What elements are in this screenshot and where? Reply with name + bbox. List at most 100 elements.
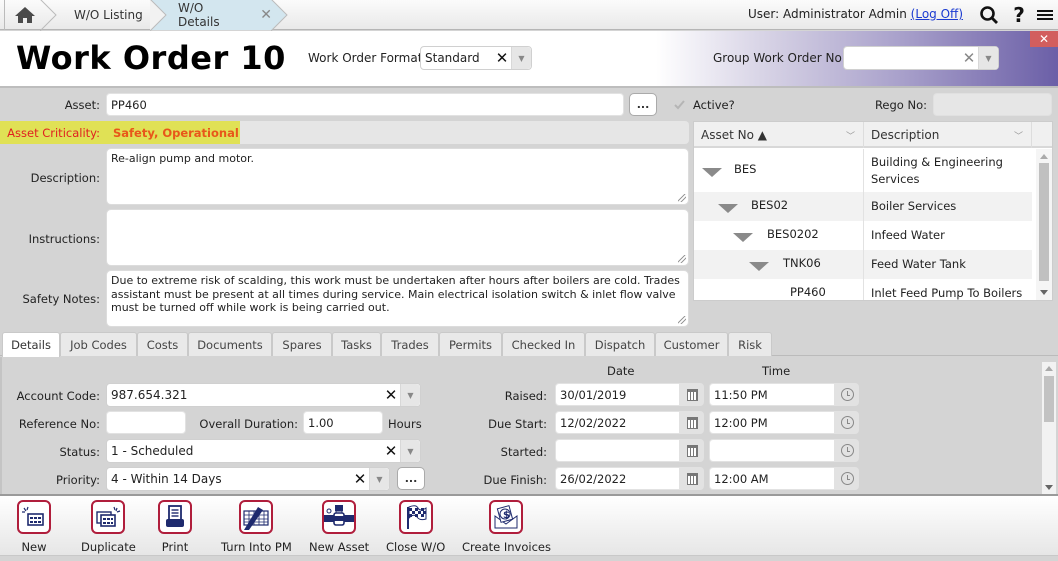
tab-tasks[interactable]: Tasks — [332, 332, 381, 356]
grid-scrollbar[interactable] — [1036, 149, 1052, 300]
user-name: User: Administrator Admin — [747, 7, 907, 21]
status-select[interactable]: 1 - Scheduled ✕ ▼ — [106, 439, 421, 463]
started-date-input[interactable] — [555, 439, 680, 462]
scrollbar-thumb[interactable] — [1039, 163, 1049, 281]
new-icon-frame — [17, 500, 51, 534]
column-header-description[interactable]: Description ﹀ — [864, 122, 1032, 148]
scrollbar-thumb[interactable] — [1044, 376, 1054, 422]
asset-lookup-button[interactable]: ... — [629, 93, 657, 116]
scroll-up-icon[interactable] — [1045, 366, 1053, 371]
overall-duration-input[interactable]: 1.00 — [303, 411, 383, 434]
reference-no-input[interactable] — [106, 411, 186, 434]
work-order-format-select[interactable]: Standard ✕ ▼ — [420, 46, 532, 70]
clear-icon[interactable]: ✕ — [382, 442, 400, 460]
raised-date-picker[interactable] — [680, 383, 704, 406]
table-row[interactable]: BES0202 Infeed Water — [694, 221, 1032, 250]
scroll-up-icon[interactable] — [1040, 154, 1048, 159]
table-row[interactable]: BES Building & Engineering Services — [694, 149, 1032, 192]
due-start-label: Due Start: — [488, 417, 547, 431]
expand-triangle-icon[interactable] — [749, 262, 769, 271]
account-code-select[interactable]: 987.654.321 ✕ ▼ — [106, 383, 421, 407]
turn-into-pm-button[interactable]: Turn Into PM — [221, 500, 292, 554]
breadcrumb-wo-details[interactable]: W/O Details ✕ — [150, 0, 272, 30]
clear-icon[interactable]: ✕ — [351, 470, 369, 488]
action-toolbar: New Duplicate Print Turn Into PM New Ass… — [0, 494, 1058, 556]
log-off-link[interactable]: (Log Off) — [911, 7, 963, 21]
resize-handle[interactable] — [678, 255, 686, 263]
new-button[interactable]: New — [17, 500, 51, 554]
started-time-picker[interactable] — [835, 439, 859, 462]
expand-triangle-icon[interactable] — [702, 168, 722, 177]
column-header-asset-no[interactable]: Asset No ▲ ﹀ — [694, 122, 864, 148]
tab-documents[interactable]: Documents — [188, 332, 272, 356]
expand-triangle-icon[interactable] — [718, 204, 738, 213]
reference-no-label: Reference No: — [18, 417, 100, 431]
scroll-down-icon[interactable] — [1040, 290, 1048, 295]
tab-details[interactable]: Details — [2, 332, 60, 357]
search-button[interactable] — [978, 4, 1000, 26]
expand-triangle-icon[interactable] — [733, 233, 753, 242]
close-wo-button[interactable]: Close W/O — [386, 500, 445, 554]
chevron-down-icon[interactable]: ▼ — [400, 384, 420, 406]
resize-handle[interactable] — [678, 316, 686, 324]
tab-checked-in[interactable]: Checked In — [502, 332, 585, 356]
table-row[interactable]: BES02 Boiler Services — [694, 192, 1032, 221]
raised-time-picker[interactable] — [835, 383, 859, 406]
due-finish-date-picker[interactable] — [680, 467, 704, 490]
asset-input[interactable]: PP460 — [106, 93, 624, 116]
help-button[interactable]: ? — [1008, 3, 1030, 27]
tab-trades[interactable]: Trades — [381, 332, 439, 356]
details-scrollbar[interactable] — [1042, 362, 1056, 494]
clear-icon[interactable]: ✕ — [382, 386, 400, 404]
home-button[interactable] — [4, 0, 44, 30]
duplicate-button[interactable]: Duplicate — [81, 500, 136, 554]
raised-date-input[interactable]: 30/01/2019 — [555, 383, 680, 406]
rego-input[interactable] — [933, 93, 1052, 116]
table-row[interactable]: PP460 Inlet Feed Pump To Boilers — [694, 279, 1032, 300]
chevron-down-icon[interactable]: ﹀ — [1014, 129, 1023, 142]
started-time-input[interactable] — [709, 439, 835, 462]
tab-costs[interactable]: Costs — [137, 332, 188, 356]
asset-no: PP460 — [790, 285, 826, 299]
due-finish-date-input[interactable]: 26/02/2022 — [555, 467, 680, 490]
tab-permits[interactable]: Permits — [439, 332, 502, 356]
chevron-down-icon[interactable]: ▼ — [400, 440, 420, 462]
group-work-order-select[interactable]: ✕ ▼ — [843, 46, 999, 70]
new-asset-button[interactable]: New Asset — [309, 500, 369, 554]
priority-select[interactable]: 4 - Within 14 Days ✕ ▼ — [106, 467, 390, 491]
calendar-icon — [686, 444, 698, 457]
print-button[interactable]: Print — [158, 500, 192, 554]
tab-spares[interactable]: Spares — [272, 332, 332, 356]
tab-job-codes[interactable]: Job Codes — [60, 332, 137, 356]
tab-dispatch[interactable]: Dispatch — [585, 332, 655, 356]
chevron-down-icon[interactable]: ▼ — [369, 468, 389, 490]
safety-notes-textarea[interactable]: Due to extreme risk of scalding, this wo… — [106, 270, 689, 327]
scroll-down-icon[interactable] — [1045, 485, 1053, 490]
due-start-time-input[interactable]: 12:00 PM — [709, 411, 835, 434]
clear-icon[interactable]: ✕ — [960, 49, 978, 67]
chevron-down-icon[interactable]: ﹀ — [846, 129, 855, 142]
active-checkbox[interactable] — [673, 98, 685, 110]
due-start-time-picker[interactable] — [835, 411, 859, 434]
description-textarea[interactable]: Re-align pump and motor. — [106, 148, 689, 205]
instructions-textarea[interactable] — [106, 209, 689, 266]
due-start-date-picker[interactable] — [680, 411, 704, 434]
table-row[interactable]: TNK06 Feed Water Tank — [694, 250, 1032, 279]
due-start-date-input[interactable]: 12/02/2022 — [555, 411, 680, 434]
breadcrumb-wo-listing[interactable]: W/O Listing — [58, 0, 152, 30]
resize-handle[interactable] — [678, 194, 686, 202]
started-date-picker[interactable] — [680, 439, 704, 462]
due-finish-time-picker[interactable] — [835, 467, 859, 490]
tab-risk[interactable]: Risk — [728, 332, 772, 356]
due-finish-time-input[interactable]: 12:00 AM — [709, 467, 835, 490]
close-button[interactable]: ✕ — [1030, 31, 1058, 47]
chevron-down-icon[interactable]: ▼ — [978, 47, 998, 69]
menu-button[interactable] — [1034, 4, 1056, 26]
priority-more-button[interactable]: ... — [397, 467, 425, 490]
create-invoices-button[interactable]: $ Create Invoices — [462, 500, 551, 554]
tab-customer[interactable]: Customer — [655, 332, 728, 356]
chevron-down-icon[interactable]: ▼ — [511, 47, 531, 69]
raised-time-input[interactable]: 11:50 PM — [709, 383, 835, 406]
active-label: Active? — [693, 98, 735, 112]
clear-icon[interactable]: ✕ — [493, 49, 511, 67]
